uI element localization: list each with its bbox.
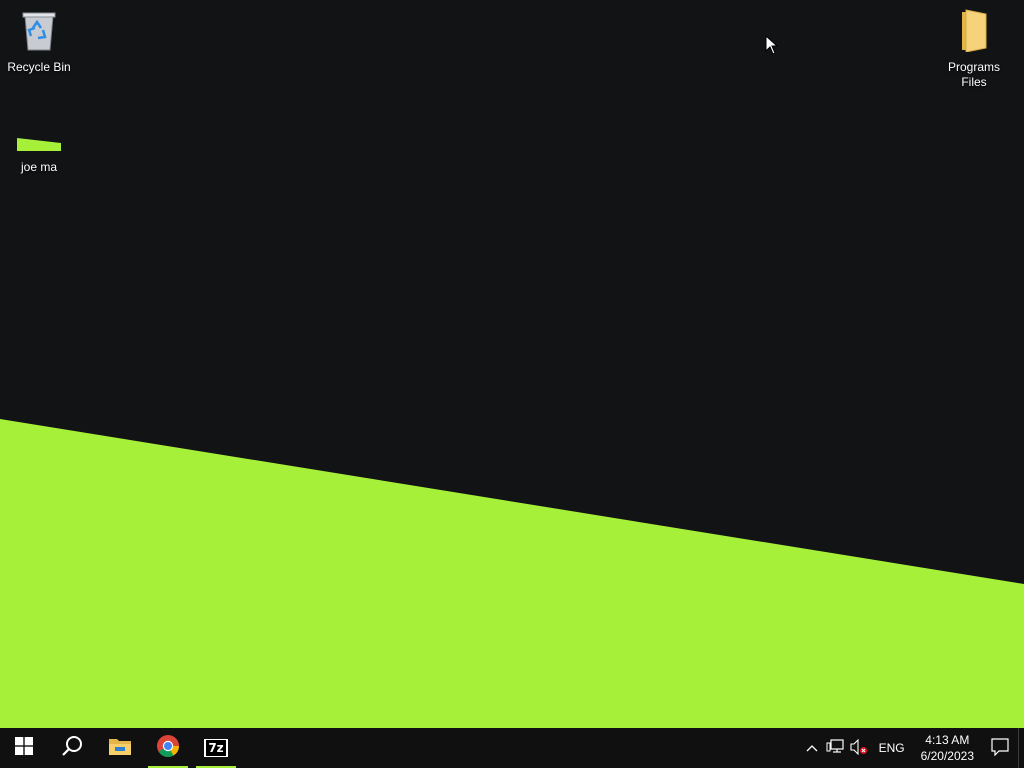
desktop-icon-label: joe ma (20, 160, 58, 174)
clock-date: 6/20/2023 (920, 749, 974, 763)
desktop[interactable]: Recycle Bin joe ma Programs Files (0, 0, 1024, 728)
chevron-up-icon (806, 741, 818, 755)
taskbar: 7z ENG 4:13 AM 6/20/2023 (0, 728, 1024, 768)
show-desktop-button[interactable] (1018, 728, 1024, 768)
mouse-cursor-icon (765, 34, 779, 60)
volume-muted-icon (850, 738, 868, 758)
7zip-icon-text: 7z (206, 740, 226, 756)
wallpaper (0, 419, 1024, 728)
clock-time: 4:13 AM (925, 733, 970, 747)
notification-icon (991, 737, 1009, 759)
windows-logo-icon (15, 736, 33, 760)
7zip-button[interactable]: 7z (192, 728, 240, 768)
show-hidden-icons-button[interactable] (801, 728, 823, 768)
system-tray: ENG 4:13 AM 6/20/2023 (801, 728, 1024, 768)
desktop-icon-label: Programs Files (947, 60, 1000, 89)
7zip-icon: 7z (204, 739, 228, 757)
search-button[interactable] (48, 728, 96, 768)
file-explorer-icon (108, 736, 132, 761)
language-label: ENG (878, 741, 905, 755)
desktop-icon-programs-files[interactable]: Programs Files (935, 8, 1013, 90)
network-button[interactable] (823, 728, 847, 768)
file-explorer-button[interactable] (96, 728, 144, 768)
recycle-bin-icon (0, 8, 78, 56)
chrome-icon (156, 734, 180, 763)
input-language-button[interactable]: ENG (871, 728, 913, 768)
search-icon (61, 735, 83, 762)
network-icon (826, 738, 844, 758)
start-button[interactable] (0, 728, 48, 768)
desktop-icon-recycle-bin[interactable]: Recycle Bin (0, 8, 78, 75)
desktop-icon-label: Recycle Bin (7, 60, 71, 74)
action-center-button[interactable] (982, 728, 1018, 768)
folder-icon (935, 8, 1013, 56)
desktop-icon-joe-ma[interactable]: joe ma (0, 134, 78, 175)
chrome-button[interactable] (144, 728, 192, 768)
volume-button[interactable] (847, 728, 871, 768)
green-shortcut-icon (0, 134, 78, 156)
clock-button[interactable]: 4:13 AM 6/20/2023 (913, 728, 982, 768)
